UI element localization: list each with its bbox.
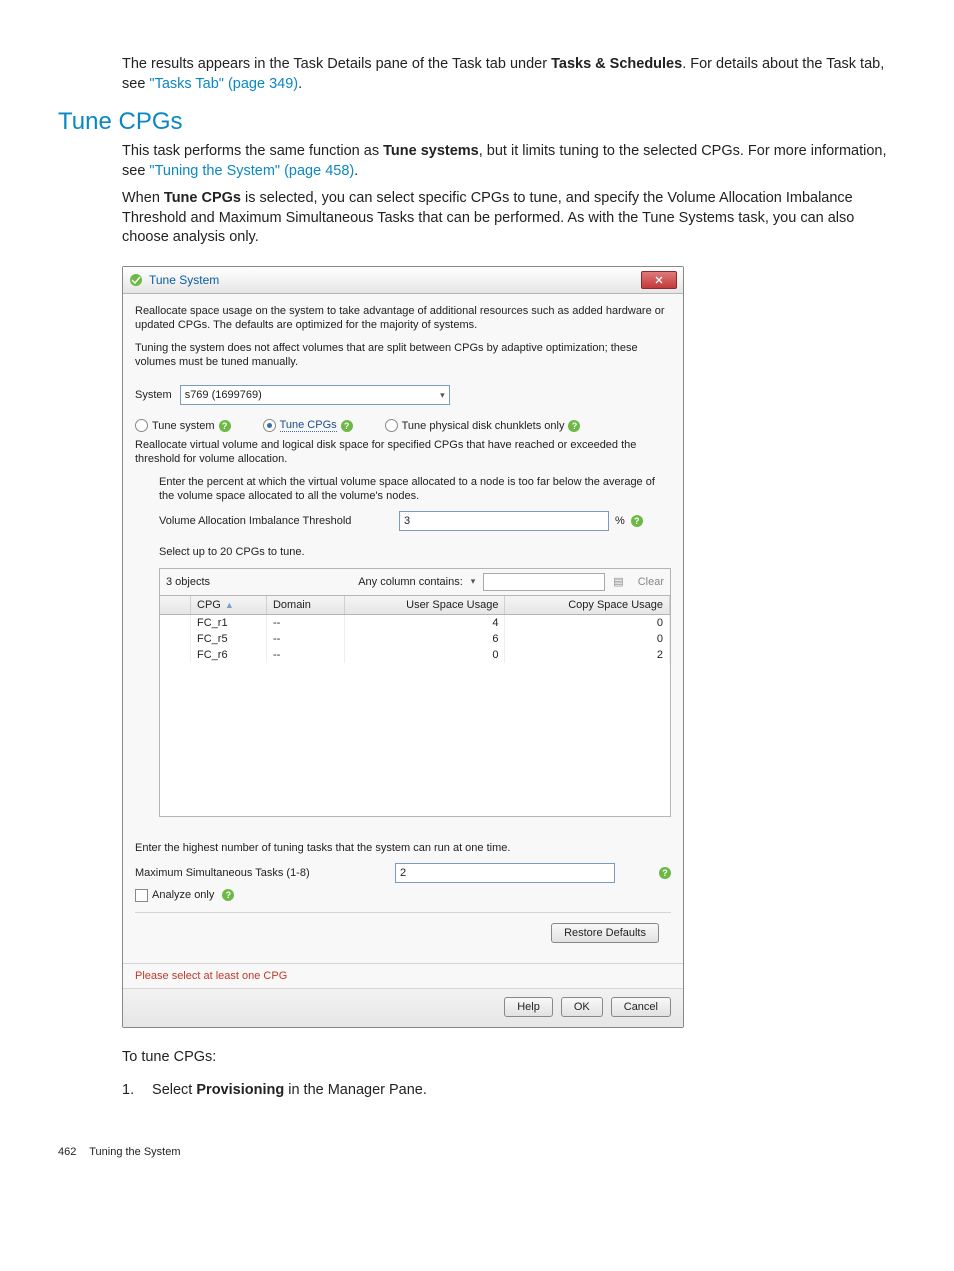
col-checkbox[interactable] xyxy=(160,596,191,615)
restore-defaults-button[interactable]: Restore Defaults xyxy=(551,923,659,943)
cell-domain: -- xyxy=(266,647,344,663)
cell-domain: -- xyxy=(266,631,344,647)
text-bold: Tune systems xyxy=(383,143,479,159)
help-icon[interactable]: ? xyxy=(222,889,234,901)
analyze-only-label: Analyze only xyxy=(152,889,214,901)
max-tasks-label: Maximum Simultaneous Tasks (1-8) xyxy=(135,867,395,879)
step-1: 1. Select Provisioning in the Manager Pa… xyxy=(122,1082,888,1098)
col-copy-space[interactable]: Copy Space Usage xyxy=(505,596,670,615)
text: . xyxy=(298,76,302,92)
footer-section: Tuning the System xyxy=(89,1146,180,1158)
cell-user: 4 xyxy=(344,614,505,631)
cell-copy: 0 xyxy=(505,631,670,647)
text: The results appears in the Task Details … xyxy=(122,56,551,72)
radio-tune-system-label: Tune system xyxy=(152,420,215,432)
grip-icon: ▤ xyxy=(613,575,623,588)
dialog-title: Tune System xyxy=(149,273,641,287)
help-icon[interactable]: ? xyxy=(568,420,580,432)
body-paragraph-2: When Tune CPGs is selected, you can sele… xyxy=(122,189,888,248)
radio-tune-cpgs-label: Tune CPGs xyxy=(280,419,337,432)
sort-ascending-icon: ▲ xyxy=(225,600,234,610)
text: . xyxy=(354,163,358,179)
cell-copy: 2 xyxy=(505,647,670,663)
help-button[interactable]: Help xyxy=(504,997,553,1017)
col-user-space[interactable]: User Space Usage xyxy=(344,596,505,615)
help-icon[interactable]: ? xyxy=(631,515,643,527)
to-tune-heading: To tune CPGs: xyxy=(122,1048,888,1068)
close-button[interactable] xyxy=(641,271,677,289)
objects-count: 3 objects xyxy=(166,576,210,588)
col-domain[interactable]: Domain xyxy=(266,596,344,615)
chevron-down-icon[interactable]: ▾ xyxy=(471,576,476,587)
cell-cpg: FC_r1 xyxy=(191,614,267,631)
text-bold: Tasks & Schedules xyxy=(551,56,682,72)
radio-tune-physical[interactable] xyxy=(385,419,398,432)
page-number: 462 xyxy=(58,1146,76,1158)
system-label: System xyxy=(135,389,172,401)
cell-user: 6 xyxy=(344,631,505,647)
text-bold: Tune CPGs xyxy=(164,190,241,206)
filter-input[interactable] xyxy=(483,573,605,591)
intro-paragraph: The results appears in the Task Details … xyxy=(122,55,888,94)
help-icon[interactable]: ? xyxy=(659,867,671,879)
clear-button[interactable]: Clear xyxy=(638,576,664,588)
text-bold: Provisioning xyxy=(196,1082,284,1098)
threshold-description: Enter the percent at which the virtual v… xyxy=(159,475,671,504)
radio-tune-cpgs[interactable] xyxy=(263,419,276,432)
cell-cpg: FC_r5 xyxy=(191,631,267,647)
app-icon xyxy=(129,273,143,287)
system-select[interactable]: s769 (1699769) ▾ xyxy=(180,385,450,405)
tasks-tab-link[interactable]: "Tasks Tab" (page 349) xyxy=(149,76,298,92)
radio-tune-system[interactable] xyxy=(135,419,148,432)
col-cpg[interactable]: CPG▲ xyxy=(191,596,267,615)
table-row[interactable]: FC_r6 -- 0 2 xyxy=(160,647,670,663)
help-icon[interactable]: ? xyxy=(219,420,231,432)
filter-label: Any column contains: xyxy=(358,576,463,588)
dialog-description-2: Tuning the system does not affect volume… xyxy=(135,341,671,370)
cell-cpg: FC_r6 xyxy=(191,647,267,663)
text: This task performs the same function as xyxy=(122,143,383,159)
text: When xyxy=(122,190,164,206)
radio-tune-physical-label: Tune physical disk chunklets only xyxy=(402,420,565,432)
option-description: Reallocate virtual volume and logical di… xyxy=(135,438,671,467)
max-tasks-input[interactable]: 2 xyxy=(395,863,615,883)
dialog-description-1: Reallocate space usage on the system to … xyxy=(135,304,671,333)
cancel-button[interactable]: Cancel xyxy=(611,997,671,1017)
tune-system-dialog: Tune System Reallocate space usage on th… xyxy=(122,266,684,1028)
tuning-system-link[interactable]: "Tuning the System" (page 458) xyxy=(149,163,354,179)
text: in the Manager Pane. xyxy=(284,1082,427,1098)
close-icon xyxy=(655,276,663,284)
max-tasks-value: 2 xyxy=(400,867,406,879)
threshold-input[interactable]: 3 xyxy=(399,511,609,531)
text: Select xyxy=(152,1082,196,1098)
cell-domain: -- xyxy=(266,614,344,631)
system-select-value: s769 (1699769) xyxy=(185,389,262,401)
percent-symbol: % xyxy=(615,515,625,527)
help-icon[interactable]: ? xyxy=(341,420,353,432)
dialog-titlebar: Tune System xyxy=(123,267,683,294)
cpg-table: 3 objects Any column contains: ▾ ▤ Clear… xyxy=(159,568,671,817)
validation-message: Please select at least one CPG xyxy=(123,963,683,988)
cell-copy: 0 xyxy=(505,614,670,631)
threshold-label: Volume Allocation Imbalance Threshold xyxy=(159,515,399,527)
section-heading: Tune CPGs xyxy=(58,108,888,136)
body-paragraph-1: This task performs the same function as … xyxy=(122,142,888,181)
step-number: 1. xyxy=(122,1082,148,1098)
max-tasks-description: Enter the highest number of tuning tasks… xyxy=(135,841,671,855)
analyze-only-checkbox[interactable] xyxy=(135,889,148,902)
table-row[interactable]: FC_r1 -- 4 0 xyxy=(160,614,670,631)
cell-user: 0 xyxy=(344,647,505,663)
table-row[interactable]: FC_r5 -- 6 0 xyxy=(160,631,670,647)
select-hint: Select up to 20 CPGs to tune. xyxy=(159,545,671,559)
page-footer: 462 Tuning the System xyxy=(58,1146,888,1158)
ok-button[interactable]: OK xyxy=(561,997,603,1017)
threshold-value: 3 xyxy=(404,515,410,527)
chevron-down-icon: ▾ xyxy=(440,390,445,401)
